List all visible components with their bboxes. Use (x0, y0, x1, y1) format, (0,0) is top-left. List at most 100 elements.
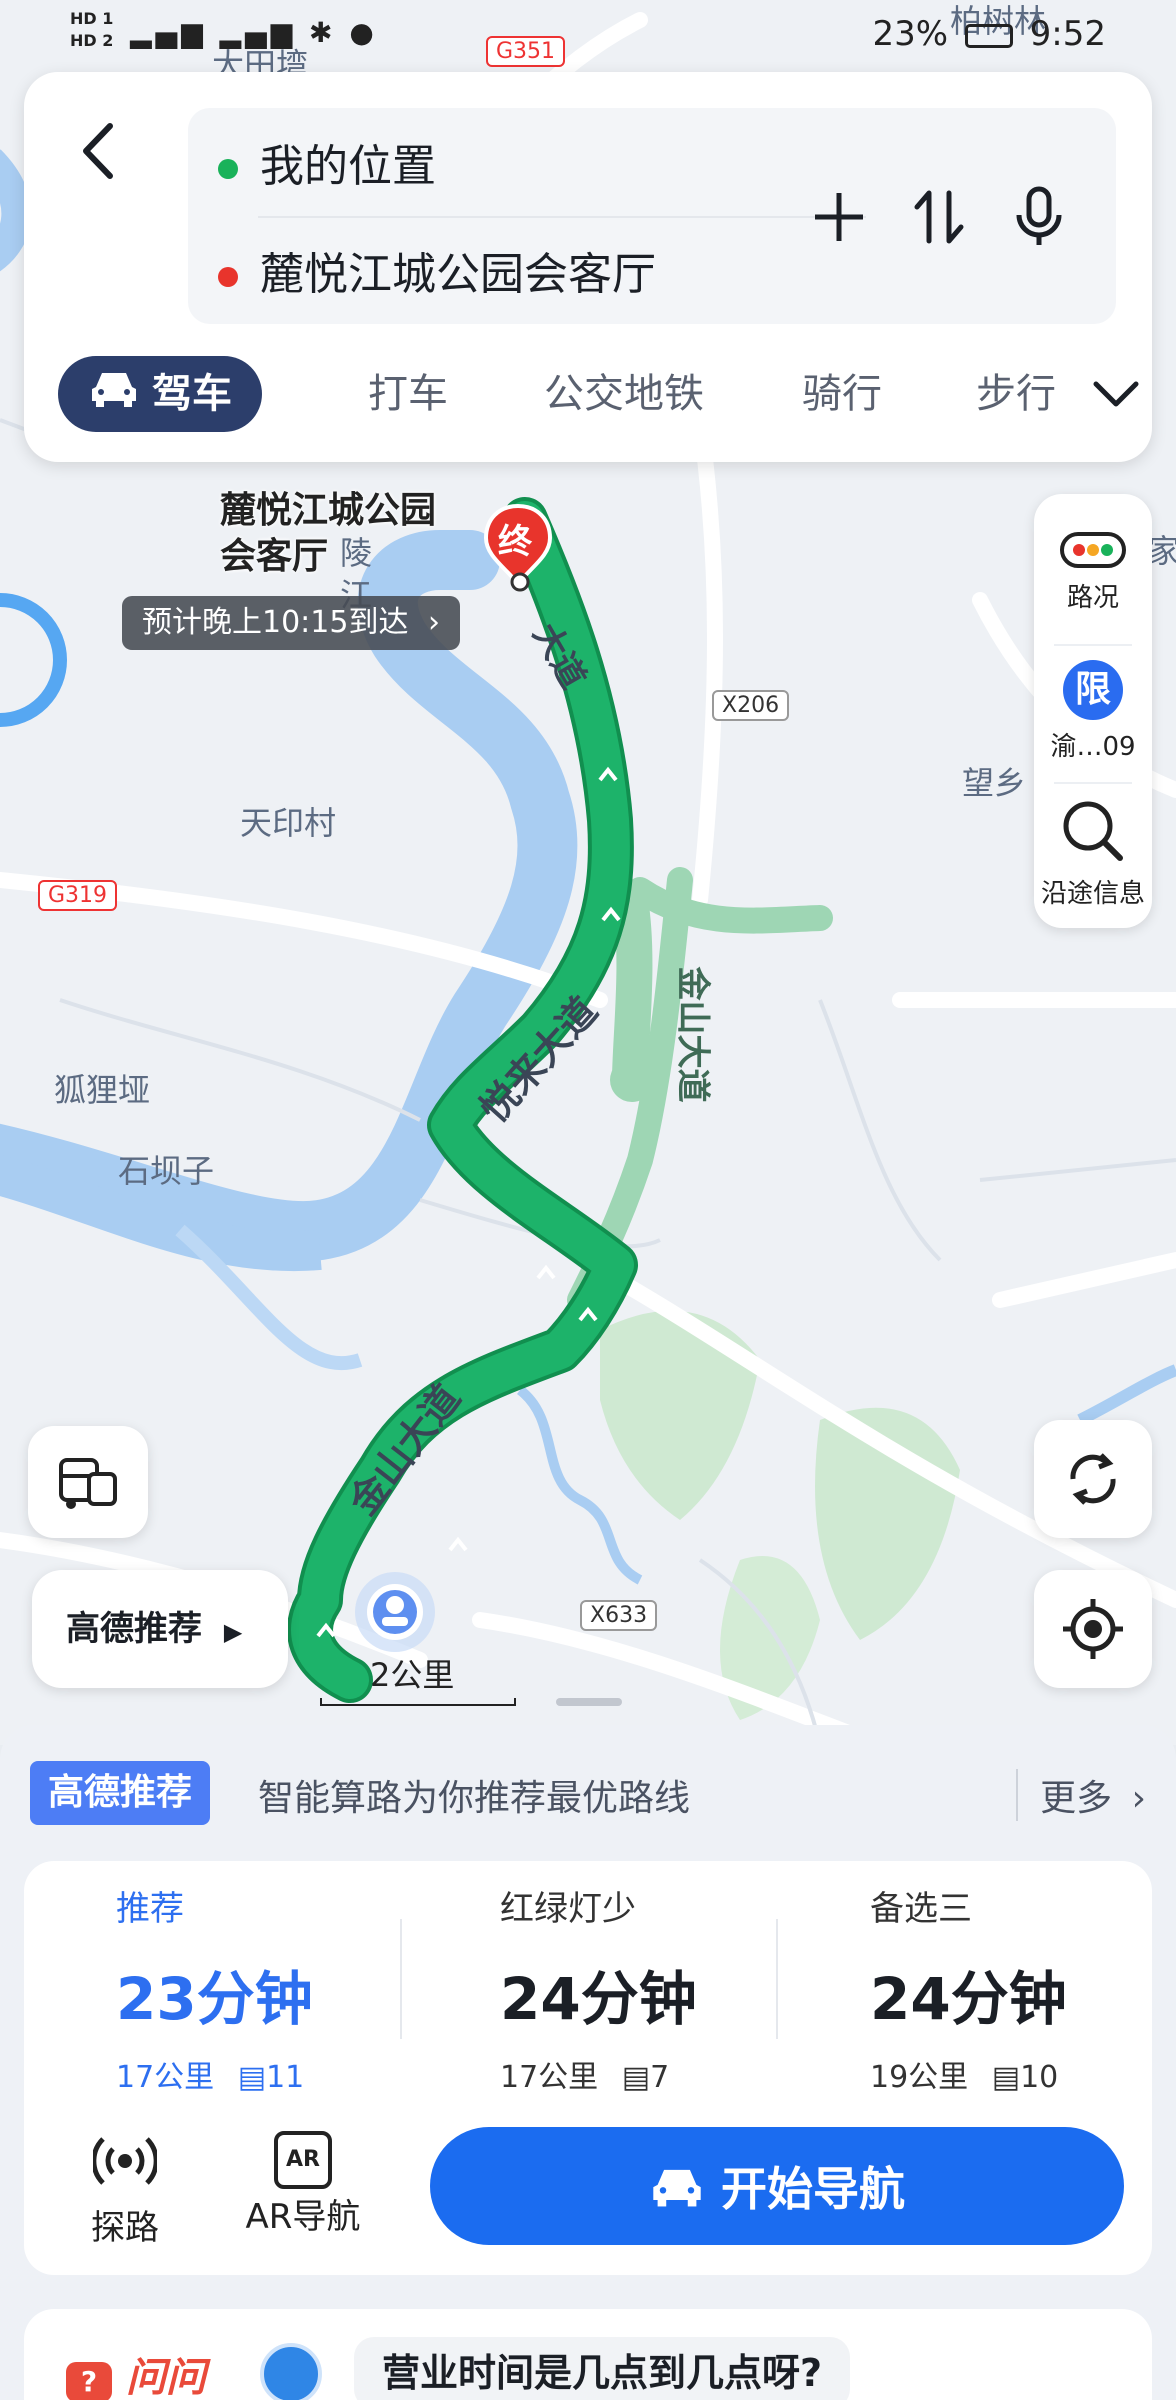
locate-me-button[interactable] (1034, 1570, 1152, 1688)
road-shield: X206 (712, 690, 790, 721)
map-place-label: 狐狸垭 (54, 1071, 151, 1109)
route-meta: 17公里 ▤11 (116, 2052, 476, 2096)
start-point-field[interactable]: 我的位置 (218, 130, 436, 194)
plate-limit-button[interactable]: 限 渝…09 (1034, 660, 1152, 763)
route-inputs: 我的位置 麓悦江城公园会客厅 (188, 108, 1116, 324)
add-waypoint-button[interactable] (804, 182, 874, 252)
chevron-right-icon: › (428, 605, 441, 640)
start-navigation-button[interactable]: 开始导航 (430, 2127, 1124, 2245)
signal-icon: ▂▄▆ (130, 16, 207, 49)
explore-label: 探路 (91, 2208, 159, 2248)
gaode-recommend-button[interactable]: 高德推荐 ▶ (32, 1570, 288, 1688)
end-point-field[interactable]: 麓悦江城公园会客厅 (218, 238, 656, 302)
play-triangle-icon: ▶ (223, 1618, 243, 1646)
ar-label: AR导航 (245, 2197, 361, 2237)
ar-navigation-button[interactable]: AR AR导航 (228, 2131, 378, 2238)
traffic-label: 路况 (1066, 583, 1119, 613)
limit-badge: 限 (1063, 660, 1123, 720)
end-dot-icon (218, 267, 238, 287)
divider (776, 1919, 778, 2039)
eta-pill[interactable]: 预计晚上10:15到达 › (122, 596, 461, 650)
suggested-question[interactable]: 营业时间是几点到几点呀? (354, 2337, 851, 2400)
location-icon: ● (349, 16, 378, 49)
route-option[interactable]: 红绿灯少 24分钟 17公里 ▤7 (500, 1881, 860, 2096)
assistant-avatar (260, 2343, 322, 2400)
ask-card: ? 问问 营业时间是几点到几点呀? (24, 2309, 1152, 2400)
along-info-button[interactable]: 沿途信息 (1034, 796, 1152, 910)
hd-tags: HD 1 HD 2 (70, 9, 114, 50)
route-option[interactable]: 备选三 24分钟 19公里 ▤10 (870, 1881, 1176, 2096)
tab-drive[interactable]: 驾车 (58, 356, 262, 432)
chevron-left-icon (83, 123, 113, 179)
end-marker-text: 终 (498, 522, 532, 562)
back-button[interactable] (66, 116, 136, 186)
scale-bar (320, 1698, 516, 1706)
destination-map-label[interactable]: 麓悦江城公园 会客厅 (220, 488, 436, 580)
route-planner-card: 我的位置 麓悦江城公园会客厅 驾车 打车 公交地铁 骑行 步行 (24, 72, 1152, 462)
status-right: 23% 9:52 (872, 14, 1106, 54)
ar-icon-text: AR (286, 2147, 320, 2172)
recommend-description: 智能算路为你推荐最优路线 (258, 1778, 691, 1819)
map-place-label: 石坝子 (118, 1152, 215, 1190)
more-modes-button[interactable] (1092, 374, 1140, 418)
ar-icon: AR (274, 2131, 332, 2189)
swap-icon (914, 190, 964, 244)
tab-transit[interactable]: 公交地铁 (544, 356, 704, 432)
map-place-label: 天印村 (240, 804, 337, 842)
map-place-label: 望乡 (962, 764, 1027, 802)
recommend-strip[interactable]: 高德推荐 智能算路为你推荐最优路线 更多 › (30, 1761, 1146, 1827)
route-options-card: 推荐 23分钟 17公里 ▤11 红绿灯少 24分钟 17公里 ▤7 备选三 2… (24, 1861, 1152, 2275)
end-point-text: 麓悦江城公园会客厅 (260, 249, 656, 300)
car-icon (653, 2169, 701, 2207)
ask-logo-text: 问问 (125, 2355, 206, 2400)
route-meta: 19公里 ▤10 (870, 2052, 1176, 2096)
tab-taxi[interactable]: 打车 (368, 356, 448, 432)
map-tools-panel: 路况 限 渝…09 沿途信息 (1034, 494, 1152, 928)
broadcast-icon (91, 2137, 159, 2185)
divider (258, 216, 866, 218)
traffic-light-icon: ▤ (237, 2060, 267, 2095)
tab-bike[interactable]: 骑行 (802, 356, 882, 432)
ask-logo: ? 问问 (66, 2345, 206, 2400)
divider (400, 1919, 402, 2039)
map-place-label: 家 (1148, 532, 1176, 570)
recommend-badge: 高德推荐 (30, 1761, 211, 1825)
refresh-icon (1070, 1453, 1116, 1505)
tab-label: 骑行 (802, 371, 882, 417)
route-lights: 7 (650, 2060, 670, 2095)
locate-icon (1063, 1599, 1123, 1659)
route-lights: 10 (1020, 2060, 1059, 2095)
divider (1054, 782, 1132, 784)
tab-label: 步行 (976, 371, 1056, 417)
more-label: 更多 (1040, 1778, 1113, 1819)
car-mode-button[interactable] (28, 1426, 148, 1538)
more-link[interactable]: 更多 › (1016, 1769, 1146, 1821)
refresh-route-button[interactable] (1034, 1420, 1152, 1538)
sheet-drag-handle[interactable] (556, 1698, 622, 1706)
road-shield: G319 (38, 880, 118, 911)
route-results-sheet: 高德推荐 智能算路为你推荐最优路线 更多 › 推荐 23分钟 17公里 ▤11 … (0, 1725, 1176, 2400)
chevron-down-icon (1093, 381, 1139, 407)
traffic-light-icon (1060, 532, 1126, 568)
start-navigation-label: 开始导航 (721, 2162, 905, 2216)
vehicle-icon (59, 1458, 117, 1509)
signal-icons: ▂▄▆ ▂▄▆ ✱ ● (130, 16, 378, 49)
traffic-toggle[interactable]: 路况 (1034, 530, 1152, 614)
start-point-text: 我的位置 (260, 141, 436, 192)
route-tag: 推荐 (116, 1889, 184, 1929)
route-tag: 红绿灯少 (500, 1889, 636, 1929)
route-lights: 11 (266, 2060, 305, 2095)
voice-input-button[interactable] (1004, 182, 1074, 252)
microphone-icon (1016, 186, 1062, 245)
swap-points-button[interactable] (904, 182, 974, 252)
divider (1054, 644, 1132, 646)
status-bar: HD 1 HD 2 ▂▄▆ ▂▄▆ ✱ ● 23% 9:52 (0, 0, 1176, 70)
route-duration: 24分钟 (500, 1965, 697, 2033)
travel-mode-tabs: 驾车 打车 公交地铁 骑行 步行 (58, 356, 1140, 432)
limit-text: 渝…09 (1050, 732, 1136, 762)
end-marker[interactable]: 终 (480, 502, 556, 592)
explore-route-button[interactable]: 探路 (50, 2131, 200, 2249)
route-option[interactable]: 推荐 23分钟 17公里 ▤11 (116, 1881, 476, 2096)
tab-walk[interactable]: 步行 (976, 356, 1060, 432)
route-duration: 23分钟 (116, 1965, 313, 2033)
